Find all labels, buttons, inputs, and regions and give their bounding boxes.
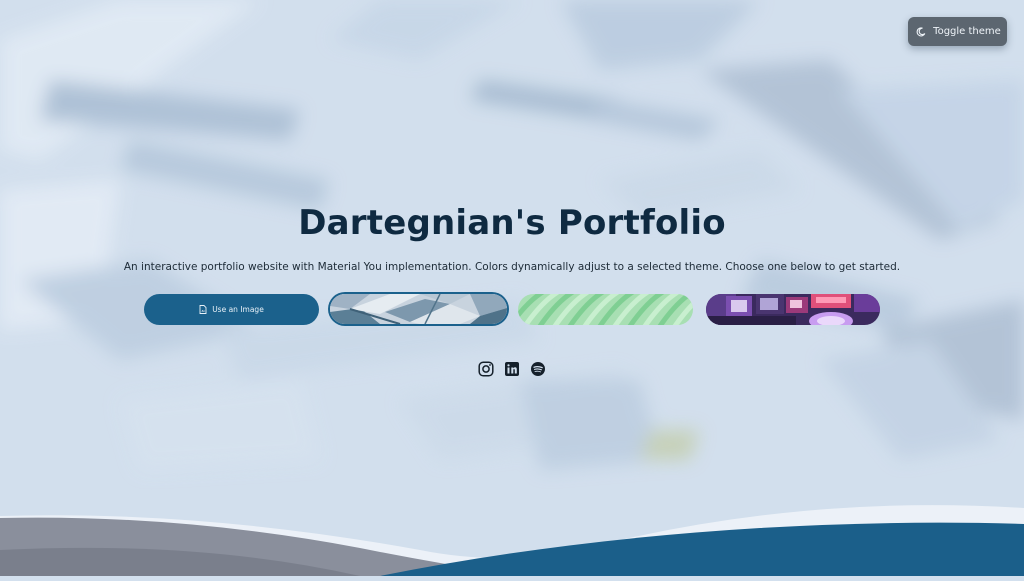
toggle-theme-label: Toggle theme	[933, 26, 1001, 37]
spotify-icon[interactable]	[530, 361, 546, 377]
page-title: Dartegnian's Portfolio	[298, 203, 726, 243]
instagram-icon[interactable]	[478, 361, 494, 377]
page-subtitle: An interactive portfolio website with Ma…	[123, 261, 901, 273]
bottom-wave-decoration	[0, 500, 1024, 581]
theme-swatch-green-waves[interactable]	[518, 294, 693, 325]
theme-swatch-glass-architecture[interactable]	[330, 294, 507, 324]
linkedin-icon[interactable]	[504, 361, 520, 377]
toggle-theme-button[interactable]: Toggle theme	[908, 17, 1007, 46]
blurred-background	[0, 0, 1024, 576]
moon-icon	[916, 26, 926, 37]
file-image-icon	[199, 305, 207, 314]
use-image-label: Use an Image	[212, 305, 264, 314]
theme-swatch-neon-arcade[interactable]	[706, 294, 880, 325]
use-image-button[interactable]: Use an Image	[144, 294, 319, 325]
